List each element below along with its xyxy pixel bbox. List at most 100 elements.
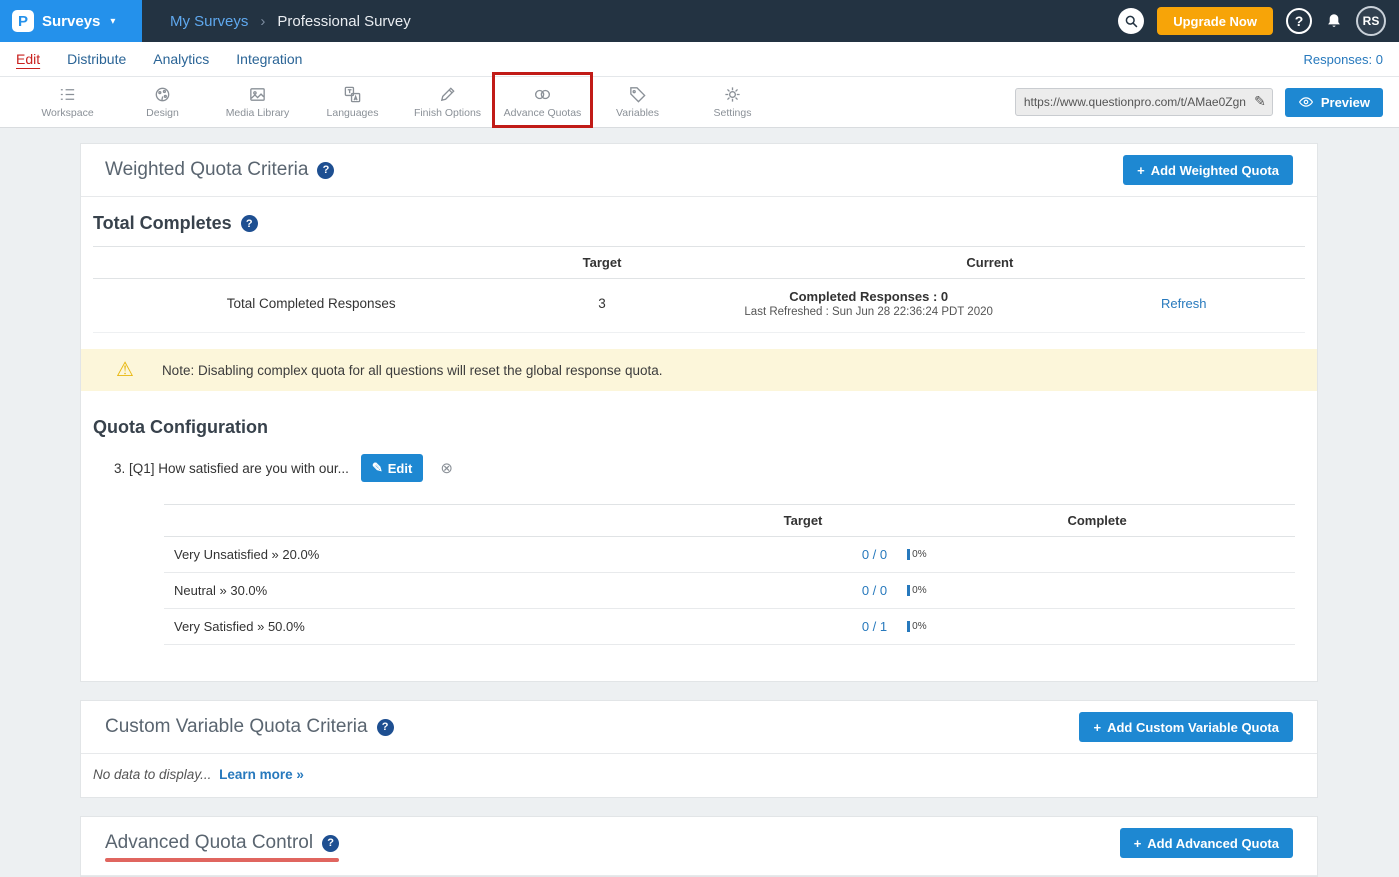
media-library-icon — [248, 85, 267, 104]
tab-integration[interactable]: Integration — [236, 51, 302, 67]
toolbar-item-finish-options[interactable]: Finish Options — [400, 82, 495, 122]
edit-url-icon[interactable]: ✎ — [1254, 93, 1266, 110]
plus-icon: + — [1134, 836, 1142, 851]
progress-bar — [907, 585, 910, 596]
refresh-link[interactable]: Refresh — [1161, 296, 1207, 311]
help-button[interactable]: ? — [1286, 8, 1312, 34]
toolbar-item-media-library[interactable]: Media Library — [210, 82, 305, 122]
variables-icon — [628, 85, 647, 104]
total-completes-help-icon[interactable]: ? — [241, 215, 258, 232]
quota-row: Neutral » 30.0% 0 / 0 0% — [164, 573, 1295, 609]
preview-button[interactable]: Preview — [1285, 88, 1383, 117]
quota-row-target: 0 / 1 — [707, 619, 899, 634]
quota-row-percent: 0% — [912, 549, 926, 560]
workspace-icon — [58, 85, 77, 104]
custom-variable-help-icon[interactable]: ? — [377, 719, 394, 736]
questionpro-logo: P — [12, 10, 34, 32]
edit-question-button[interactable]: ✎ Edit — [361, 454, 423, 482]
toolbar-item-label: Languages — [327, 107, 379, 119]
question-row: 3. [Q1] How satisfied are you with our..… — [81, 450, 1317, 492]
add-advanced-quota-label: Add Advanced Quota — [1147, 836, 1279, 851]
quota-row-percent: 0% — [912, 621, 926, 632]
add-weighted-quota-label: Add Weighted Quota — [1151, 163, 1279, 178]
toolbar-item-workspace[interactable]: Workspace — [20, 82, 115, 122]
breadcrumb-my-surveys[interactable]: My Surveys — [170, 13, 248, 30]
total-completes-title: Total Completes — [93, 213, 232, 234]
advanced-quota-help-icon[interactable]: ? — [322, 835, 339, 852]
progress-bar — [907, 549, 910, 560]
topbar-actions: Upgrade Now ? RS — [1118, 6, 1399, 36]
quota-row-label: Very Unsatisfied » 20.0% — [164, 547, 707, 562]
toolbar-item-label: Media Library — [226, 107, 290, 119]
design-icon — [153, 85, 172, 104]
toolbar-item-label: Settings — [714, 107, 752, 119]
no-data-text: No data to display... — [93, 767, 211, 782]
current-header: Current — [675, 255, 1305, 270]
quota-row-percent: 0% — [912, 585, 926, 596]
toolbar-item-advance-quotas[interactable]: Advance Quotas — [495, 82, 590, 122]
weighted-quota-help-icon[interactable]: ? — [317, 162, 334, 179]
target-value: 3 — [529, 296, 674, 311]
target-header: Target — [707, 513, 899, 528]
learn-more-link[interactable]: Learn more » — [219, 767, 304, 782]
note-text: Note: Disabling complex quota for all qu… — [162, 363, 663, 378]
responses-count[interactable]: Responses: 0 — [1304, 52, 1384, 67]
empty-state: No data to display... Learn more » — [81, 754, 1317, 797]
edit-toolbar: Workspace Design Media Library Languages… — [0, 77, 1399, 128]
bell-icon — [1325, 12, 1343, 30]
upgrade-now-button[interactable]: Upgrade Now — [1157, 7, 1273, 35]
custom-variable-quota-title: Custom Variable Quota Criteria — [105, 716, 368, 738]
preview-label: Preview — [1321, 95, 1370, 110]
progress-bar — [907, 621, 910, 632]
quota-row-target: 0 / 0 — [707, 583, 899, 598]
plus-icon: + — [1137, 163, 1145, 178]
quota-row-label: Neutral » 30.0% — [164, 583, 707, 598]
tab-analytics[interactable]: Analytics — [153, 51, 209, 67]
table-row: Total Completed Responses 3 Completed Re… — [93, 279, 1305, 333]
warning-icon: ⚠ — [116, 360, 134, 380]
completed-responses: Completed Responses : 0 — [675, 289, 1063, 304]
total-completes-section: Total Completes ? — [81, 197, 1317, 246]
remove-question-icon[interactable]: ⊗ — [440, 459, 453, 477]
advanced-quota-card: Advanced Quota Control ? + Add Advanced … — [80, 816, 1318, 877]
tab-distribute[interactable]: Distribute — [67, 51, 126, 67]
add-weighted-quota-button[interactable]: + Add Weighted Quota — [1123, 155, 1293, 185]
divider — [81, 875, 1317, 876]
advance-quotas-icon — [533, 85, 552, 104]
quota-configuration-title: Quota Configuration — [93, 417, 268, 438]
main-content: Weighted Quota Criteria ? + Add Weighted… — [0, 128, 1399, 877]
product-switcher[interactable]: P Surveys ▾ — [0, 0, 142, 42]
settings-icon — [723, 85, 742, 104]
search-icon — [1124, 14, 1139, 29]
languages-icon — [343, 85, 362, 104]
toolbar-item-settings[interactable]: Settings — [685, 82, 780, 122]
topbar: P Surveys ▾ My Surveys › Professional Su… — [0, 0, 1399, 42]
search-button[interactable] — [1118, 8, 1144, 34]
add-advanced-quota-button[interactable]: + Add Advanced Quota — [1120, 828, 1293, 858]
caret-down-icon: ▾ — [110, 16, 115, 27]
toolbar-item-design[interactable]: Design — [115, 82, 210, 122]
quota-note: ⚠ Note: Disabling complex quota for all … — [81, 349, 1317, 391]
toolbar-item-label: Finish Options — [414, 107, 481, 119]
edit-icon: ✎ — [372, 460, 383, 476]
add-custom-variable-quota-button[interactable]: + Add Custom Variable Quota — [1079, 712, 1293, 742]
survey-url-input[interactable] — [1015, 88, 1273, 116]
custom-variable-quota-card: Custom Variable Quota Criteria ? + Add C… — [80, 700, 1318, 798]
toolbar-item-variables[interactable]: Variables — [590, 82, 685, 122]
toolbar-item-label: Workspace — [41, 107, 93, 119]
survey-tabbar: Edit Distribute Analytics Integration Re… — [0, 42, 1399, 77]
weighted-quota-card: Weighted Quota Criteria ? + Add Weighted… — [80, 143, 1318, 682]
avatar[interactable]: RS — [1356, 6, 1386, 36]
row-label: Total Completed Responses — [93, 296, 529, 311]
toolbar-item-label: Advance Quotas — [504, 107, 582, 119]
quota-row: Very Satisfied » 50.0% 0 / 1 0% — [164, 609, 1295, 645]
toolbar-item-languages[interactable]: Languages — [305, 82, 400, 122]
add-custom-variable-quota-label: Add Custom Variable Quota — [1107, 720, 1279, 735]
logo-letter: P — [18, 13, 28, 30]
notifications-button[interactable] — [1325, 12, 1343, 30]
last-refreshed: Last Refreshed : Sun Jun 28 22:36:24 PDT… — [675, 306, 1063, 318]
toolbar-item-label: Design — [146, 107, 179, 119]
tab-edit[interactable]: Edit — [16, 51, 40, 67]
advanced-quota-title: Advanced Quota Control — [105, 832, 313, 854]
finish-options-icon — [438, 85, 457, 104]
